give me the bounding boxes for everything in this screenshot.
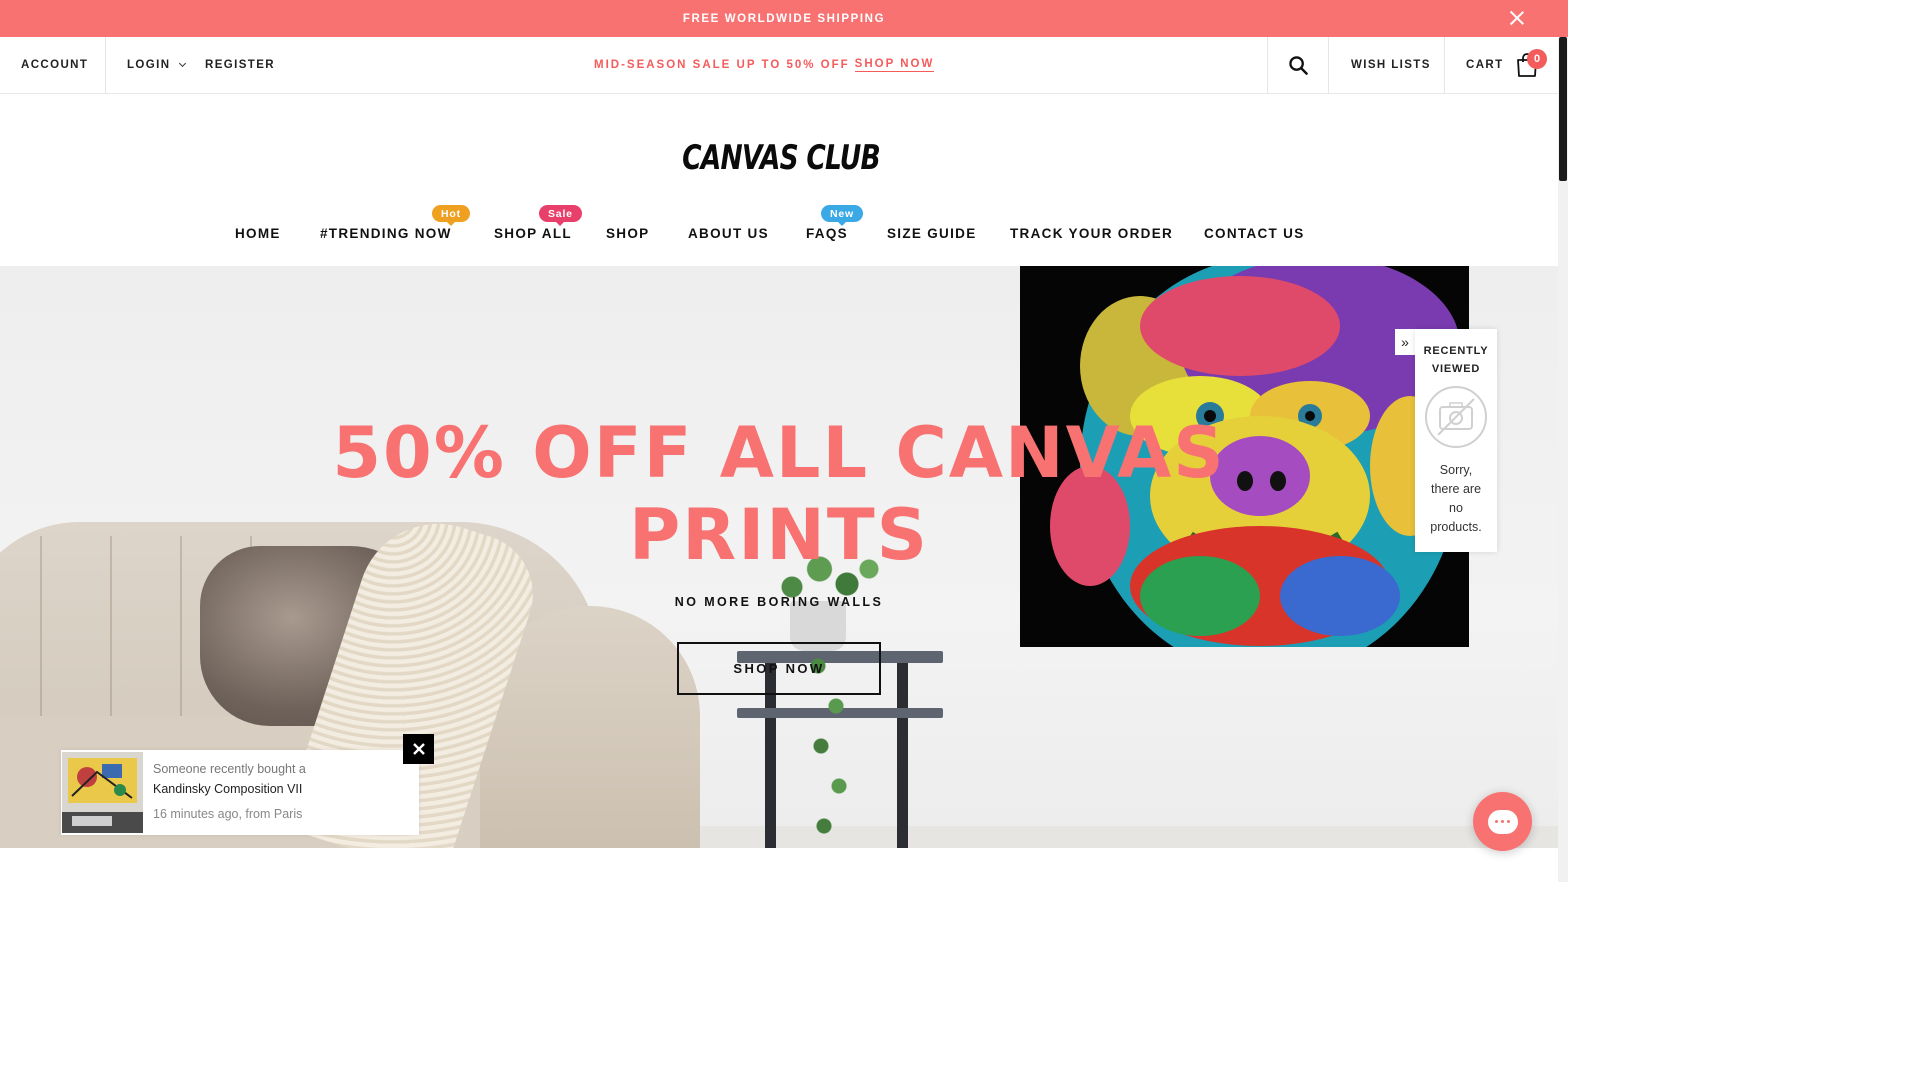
account-link[interactable]: ACCOUNT [21, 37, 88, 93]
cart-count-badge: 0 [1527, 49, 1547, 69]
chat-dot [1507, 820, 1510, 823]
hero-title-line-1: 50% OFF ALL CANVAS [332, 412, 1226, 494]
product-thumbnail[interactable] [62, 752, 143, 833]
kandinsky-thumbnail-image [62, 752, 143, 833]
close-icon[interactable] [1508, 9, 1526, 27]
logo-text: CANVAS CLUB [682, 138, 881, 178]
site-logo[interactable]: CANVAS CLUB [172, 138, 1390, 178]
nav-item-shop[interactable]: SHOP [606, 226, 649, 241]
nav-item-about-us[interactable]: ABOUT US [688, 226, 769, 241]
nav-label: SIZE GUIDE [887, 226, 977, 241]
chat-icon [1487, 809, 1518, 834]
nav-item-shop-all[interactable]: Sale SHOP ALL [494, 205, 582, 241]
hero-title-line-2: PRINTS [629, 494, 929, 576]
promo-shop-now-link[interactable]: SHOP NOW [854, 58, 935, 72]
empty-line: there are [1430, 482, 1482, 496]
search-icon[interactable] [1289, 56, 1308, 75]
login-label: LOGIN [127, 59, 171, 71]
nav-label: SHOP [606, 226, 650, 241]
hero-title: 50% OFF ALL CANVAS PRINTS [0, 412, 1558, 576]
divider [1444, 37, 1445, 93]
wish-lists-link[interactable]: WISH LISTS [1351, 37, 1431, 93]
nav-label: CONTACT US [1204, 226, 1305, 241]
nav-item-trending-now[interactable]: Hot #TRENDING NOW [320, 205, 470, 241]
empty-line: products. [1430, 520, 1482, 534]
popup-product-link[interactable]: Kandinsky Composition VII [153, 782, 302, 796]
double-chevron-right-icon: » [1401, 334, 1409, 350]
popup-close-button[interactable] [403, 734, 434, 764]
sale-badge: Sale [539, 205, 582, 226]
chat-button[interactable] [1473, 792, 1532, 851]
badge-label: Hot [441, 207, 461, 220]
announcement-text: FREE WORLDWIDE SHIPPING [682, 12, 886, 25]
top-bar: ACCOUNT LOGIN REGISTER MID-SEASON SALE U… [0, 37, 1558, 94]
cart-link[interactable]: CART [1466, 37, 1504, 93]
login-dropdown[interactable]: LOGIN [127, 37, 187, 93]
rv-title-line: VIEWED [1431, 363, 1481, 375]
rv-title-line: RECENTLY [1423, 345, 1489, 357]
hero-subtitle: NO MORE BORING WALLS [674, 595, 884, 609]
nav-label: TRACK YOUR ORDER [1010, 226, 1174, 241]
empty-line: no [1449, 501, 1463, 515]
register-link[interactable]: REGISTER [205, 37, 275, 93]
table-leg [897, 661, 908, 848]
no-image-camera-icon [1425, 386, 1487, 448]
chat-dot [1495, 820, 1498, 823]
divider [1328, 37, 1329, 93]
divider [105, 37, 106, 93]
hero-shop-now-button[interactable]: SHOP NOW [677, 642, 881, 695]
empty-line: Sorry, [1439, 463, 1473, 477]
nav-label: HOME [235, 226, 281, 241]
nav-item-size-guide[interactable]: SIZE GUIDE [887, 226, 977, 241]
close-icon [412, 743, 425, 755]
divider [1267, 37, 1268, 93]
scrollbar-thumb[interactable] [1559, 37, 1567, 181]
chat-dot [1501, 820, 1504, 823]
badge-label: New [830, 207, 854, 220]
nav-item-home[interactable]: HOME [235, 226, 281, 241]
nav-item-faqs[interactable]: New FAQS [806, 205, 863, 241]
promo-text: MID-SEASON SALE UP TO 50% OFF [594, 59, 850, 71]
new-badge: New [821, 205, 863, 226]
announcement-bar: FREE WORLDWIDE SHIPPING [0, 0, 1568, 37]
nav-label: ABOUT US [688, 226, 769, 241]
nav-label: SHOP ALL [494, 226, 572, 241]
main-nav: HOME Hot #TRENDING NOW Sale SHOP ALL SHO… [0, 205, 1568, 256]
recently-viewed-panel: RECENTLY VIEWED Sorry, there are no prod… [1415, 329, 1497, 552]
promo-banner: MID-SEASON SALE UP TO 50% OFF SHOP NOW [594, 37, 935, 93]
recently-viewed-title: RECENTLY VIEWED [1415, 342, 1497, 378]
nav-item-contact-us[interactable]: CONTACT US [1204, 226, 1305, 241]
hot-badge: Hot [432, 205, 470, 226]
recently-viewed-empty-message: Sorry, there are no products. [1415, 461, 1497, 537]
nav-item-track-your-order[interactable]: TRACK YOUR ORDER [1010, 226, 1173, 241]
popup-intro-text: Someone recently bought a [153, 762, 306, 776]
recent-purchase-popup[interactable]: Someone recently bought a Kandinsky Comp… [61, 750, 419, 835]
page-scrollbar[interactable] [1558, 37, 1568, 882]
popup-meta-text: 16 minutes ago, from Paris [153, 807, 303, 821]
nav-label: #TRENDING NOW [320, 226, 452, 241]
chevron-down-icon [179, 59, 187, 67]
recently-viewed-toggle[interactable]: » [1395, 329, 1415, 355]
badge-label: Sale [548, 207, 573, 220]
nav-label: FAQS [806, 226, 848, 241]
